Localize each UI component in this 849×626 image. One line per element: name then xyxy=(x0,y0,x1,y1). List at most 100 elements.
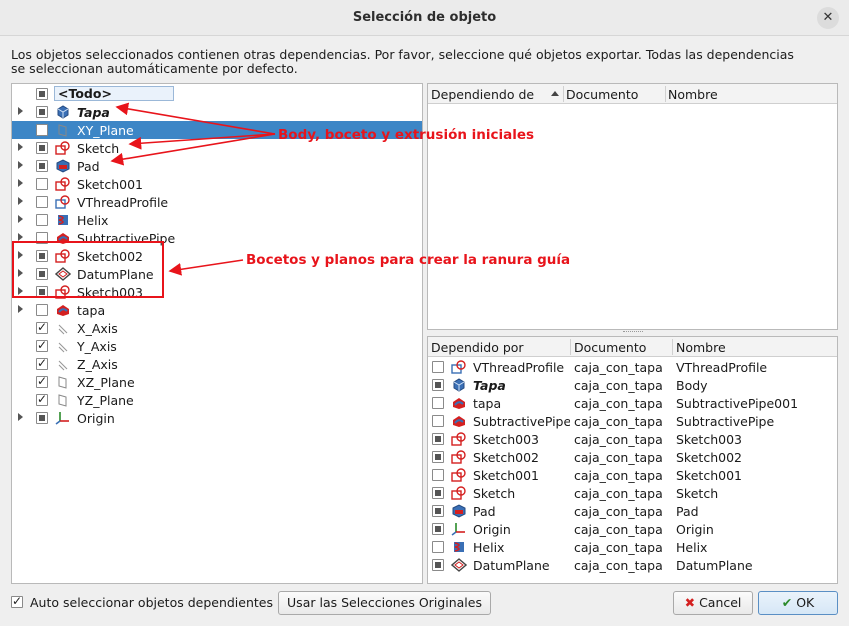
auto-select-checkbox[interactable] xyxy=(11,594,23,608)
tree-item[interactable]: Tapa xyxy=(12,103,422,121)
tree-item-checkbox[interactable] xyxy=(36,214,48,226)
expand-arrow-icon[interactable] xyxy=(18,413,23,421)
window-title: Selección de objeto xyxy=(352,10,497,25)
row-checkbox[interactable] xyxy=(432,361,444,373)
tree-item[interactable]: VThreadProfile xyxy=(12,193,422,211)
cell-object: VThreadProfile xyxy=(473,360,565,375)
row-checkbox[interactable] xyxy=(432,415,444,427)
subtractive-pipe-icon xyxy=(451,414,467,428)
helix-icon xyxy=(55,213,71,227)
expand-arrow-icon[interactable] xyxy=(18,305,23,313)
cancel-button[interactable]: ✖ Cancel xyxy=(673,591,753,615)
expand-arrow-icon[interactable] xyxy=(18,107,23,115)
sort-ascending-icon xyxy=(551,91,559,96)
cell-document: caja_con_tapa xyxy=(574,558,663,573)
depended-by-table[interactable]: Dependido por Documento Nombre VThreadPr… xyxy=(427,336,838,584)
table-row[interactable]: Sketch001 caja_con_tapa Sketch001 xyxy=(428,466,837,484)
axis-icon xyxy=(55,357,71,371)
row-checkbox[interactable] xyxy=(432,523,444,535)
tree-item-label: <Todo> xyxy=(54,86,174,101)
cell-object: Pad xyxy=(473,504,496,519)
tree-item-label: tapa xyxy=(77,303,106,318)
title-bar: Selección de objeto ✕ xyxy=(0,0,849,36)
depending-on-table[interactable]: Dependiendo de Documento Nombre xyxy=(427,83,838,330)
row-checkbox[interactable] xyxy=(432,541,444,553)
body-icon xyxy=(451,378,467,392)
splitter-handle[interactable] xyxy=(623,331,643,334)
expand-arrow-icon[interactable] xyxy=(18,233,23,241)
tree-item[interactable]: Z_Axis xyxy=(12,355,422,373)
helix-icon xyxy=(451,540,467,554)
column-header-document[interactable]: Documento xyxy=(566,87,638,102)
table-row[interactable]: Sketch002 caja_con_tapa Sketch002 xyxy=(428,448,837,466)
column-header-name[interactable]: Nombre xyxy=(676,340,726,355)
cell-document: caja_con_tapa xyxy=(574,360,663,375)
use-original-selections-button[interactable]: Usar las Selecciones Originales xyxy=(278,591,491,615)
row-checkbox[interactable] xyxy=(432,451,444,463)
expand-arrow-icon[interactable] xyxy=(18,215,23,223)
column-header-depending-on[interactable]: Dependiendo de xyxy=(431,87,534,102)
tree-item[interactable]: XZ_Plane xyxy=(12,373,422,391)
column-header-name[interactable]: Nombre xyxy=(668,87,718,102)
depending-on-header: Dependiendo de Documento Nombre xyxy=(428,84,837,104)
tree-item-checkbox[interactable] xyxy=(36,178,48,190)
table-row[interactable]: DatumPlane caja_con_tapa DatumPlane xyxy=(428,556,837,574)
tree-item-label: Pad xyxy=(77,159,100,174)
cell-object: Tapa xyxy=(473,378,506,393)
tree-item-checkbox[interactable] xyxy=(36,196,48,208)
tree-item-checkbox[interactable] xyxy=(36,412,48,424)
tree-item[interactable]: Origin xyxy=(12,409,422,427)
tree-item-checkbox[interactable] xyxy=(36,88,48,100)
tree-item-checkbox[interactable] xyxy=(36,356,48,370)
pad-icon xyxy=(451,504,467,518)
tree-item-checkbox[interactable] xyxy=(36,320,48,334)
column-header-depended-by[interactable]: Dependido por xyxy=(431,340,524,355)
table-row[interactable]: Tapa caja_con_tapa Body xyxy=(428,376,837,394)
table-row[interactable]: Helix caja_con_tapa Helix xyxy=(428,538,837,556)
tree-item-checkbox[interactable] xyxy=(36,374,48,388)
table-row[interactable]: SubtractivePipe caja_con_tapa SubtractiveP… xyxy=(428,412,837,430)
expand-arrow-icon[interactable] xyxy=(18,179,23,187)
close-icon: ✕ xyxy=(822,10,834,25)
table-row[interactable]: Pad caja_con_tapa Pad xyxy=(428,502,837,520)
tree-item-checkbox[interactable] xyxy=(36,338,48,352)
tree-item[interactable]: Sketch001 xyxy=(12,175,422,193)
row-checkbox[interactable] xyxy=(432,379,444,391)
tree-item[interactable]: Helix xyxy=(12,211,422,229)
ok-button[interactable]: ✔ OK xyxy=(758,591,838,615)
row-checkbox[interactable] xyxy=(432,397,444,409)
object-tree[interactable]: <Todo> Tapa XY_Plane Sketch Pad Sketch001 VThr… xyxy=(11,83,423,584)
tree-item-checkbox[interactable] xyxy=(36,160,48,172)
row-checkbox[interactable] xyxy=(432,505,444,517)
expand-arrow-icon[interactable] xyxy=(18,143,23,151)
column-separator xyxy=(665,86,666,102)
tree-item-checkbox[interactable] xyxy=(36,106,48,118)
row-checkbox[interactable] xyxy=(432,469,444,481)
tree-item-checkbox[interactable] xyxy=(36,304,48,316)
tree-item-checkbox[interactable] xyxy=(36,142,48,154)
tree-item[interactable]: YZ_Plane xyxy=(12,391,422,409)
table-row[interactable]: Sketch003 caja_con_tapa Sketch003 xyxy=(428,430,837,448)
tree-item-checkbox[interactable] xyxy=(36,124,48,136)
expand-arrow-icon[interactable] xyxy=(18,161,23,169)
expand-arrow-icon[interactable] xyxy=(18,197,23,205)
cell-object: Sketch003 xyxy=(473,432,539,447)
table-row[interactable]: tapa caja_con_tapa SubtractivePipe001 xyxy=(428,394,837,412)
row-checkbox[interactable] xyxy=(432,433,444,445)
tree-item[interactable]: <Todo> xyxy=(12,85,422,103)
close-button[interactable]: ✕ xyxy=(817,7,839,29)
tree-item[interactable]: Y_Axis xyxy=(12,337,422,355)
table-row[interactable]: VThreadProfile caja_con_tapa VThreadProfil… xyxy=(428,358,837,376)
tree-item[interactable]: X_Axis xyxy=(12,319,422,337)
cell-name: SubtractivePipe001 xyxy=(676,396,799,411)
tree-item[interactable]: Pad xyxy=(12,157,422,175)
sketch-icon xyxy=(451,432,467,446)
tree-item[interactable]: tapa xyxy=(12,301,422,319)
table-row[interactable]: Origin caja_con_tapa Origin xyxy=(428,520,837,538)
table-row[interactable]: Sketch caja_con_tapa Sketch xyxy=(428,484,837,502)
tree-item-checkbox[interactable] xyxy=(36,392,48,406)
column-header-document[interactable]: Documento xyxy=(574,340,646,355)
axis-icon xyxy=(55,339,71,353)
row-checkbox[interactable] xyxy=(432,559,444,571)
row-checkbox[interactable] xyxy=(432,487,444,499)
